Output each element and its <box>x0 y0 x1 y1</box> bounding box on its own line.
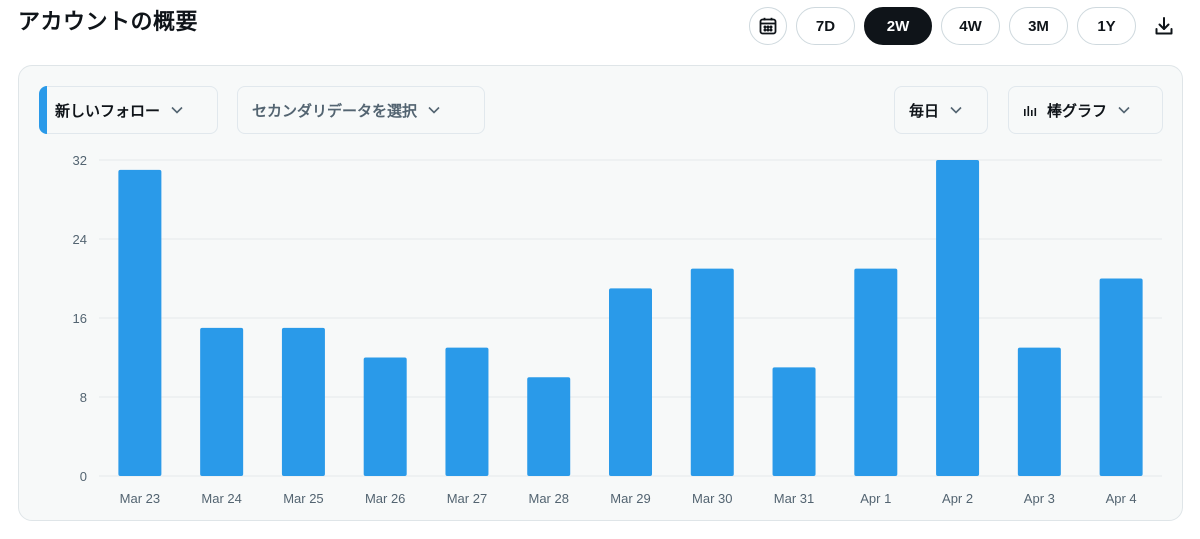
x-tick-label: Apr 3 <box>1024 491 1055 506</box>
x-tick-label: Apr 4 <box>1106 491 1137 506</box>
range-7d-button[interactable]: 7D <box>796 7 855 45</box>
bar[interactable] <box>609 288 652 476</box>
x-tick-label: Mar 24 <box>201 491 241 506</box>
metric-dropdown-label: 新しいフォロー <box>55 101 161 120</box>
y-tick-label: 24 <box>73 232 87 247</box>
bar-chart: 0 8 16 24 32 Mar 23 Mar 24 Mar 25 Mar 26 Mar 27 Ma… <box>73 153 1162 506</box>
range-4w-button[interactable]: 4W <box>941 7 1000 45</box>
bar[interactable] <box>1099 278 1143 477</box>
calendar-icon <box>759 17 777 35</box>
x-tick-label: Apr 1 <box>860 491 891 506</box>
x-tick-label: Mar 27 <box>447 491 487 506</box>
interval-dropdown-label: 毎日 <box>909 101 940 120</box>
download-button[interactable] <box>1145 7 1183 45</box>
x-tick-label: Mar 25 <box>283 491 323 506</box>
bar[interactable] <box>200 327 244 476</box>
bar[interactable] <box>936 160 980 476</box>
chart-card: 新しいフォロー セカンダリデータを選択 毎日 棒グラフ 0 8 16 24 32 Mar … <box>18 65 1183 521</box>
interval-dropdown[interactable]: 毎日 <box>894 86 988 134</box>
y-tick-label: 8 <box>80 390 87 405</box>
range-2w-button[interactable]: 2W <box>864 7 932 45</box>
chart-type-dropdown-label: 棒グラフ <box>1047 101 1108 120</box>
x-tick-label: Mar 26 <box>365 491 405 506</box>
chevron-down-icon <box>170 103 184 117</box>
bar[interactable] <box>1017 347 1061 476</box>
bar-chart-icon <box>1023 103 1037 117</box>
secondary-data-dropdown[interactable]: セカンダリデータを選択 <box>237 86 485 134</box>
chevron-down-icon <box>427 103 441 117</box>
chart-type-dropdown[interactable]: 棒グラフ <box>1008 86 1163 134</box>
bar[interactable] <box>772 367 816 476</box>
x-tick-label: Mar 31 <box>774 491 814 506</box>
chevron-down-icon <box>1117 103 1131 117</box>
calendar-button[interactable] <box>749 7 787 45</box>
chevron-down-icon <box>949 103 963 117</box>
metric-dropdown[interactable]: 新しいフォロー <box>39 86 218 134</box>
bar[interactable] <box>445 347 489 476</box>
bar[interactable] <box>281 327 325 476</box>
bar[interactable] <box>690 268 734 476</box>
download-icon <box>1155 17 1173 35</box>
date-range-selector: 7D 2W 4W 3M 1Y <box>749 7 1183 45</box>
x-tick-label: Mar 28 <box>528 491 568 506</box>
secondary-data-dropdown-label: セカンダリデータを選択 <box>252 101 418 120</box>
y-tick-label: 0 <box>80 469 87 484</box>
range-1y-button[interactable]: 1Y <box>1077 7 1136 45</box>
bar[interactable] <box>527 377 571 476</box>
x-tick-label: Mar 23 <box>120 491 160 506</box>
y-tick-label: 32 <box>73 153 87 168</box>
y-tick-label: 16 <box>73 311 87 326</box>
bar[interactable] <box>854 268 898 476</box>
bar[interactable] <box>363 357 407 477</box>
range-3m-button[interactable]: 3M <box>1009 7 1068 45</box>
x-tick-label: Mar 30 <box>692 491 732 506</box>
bar[interactable] <box>118 169 162 476</box>
x-tick-label: Apr 2 <box>942 491 973 506</box>
x-tick-label: Mar 29 <box>610 491 650 506</box>
page-title: アカウントの概要 <box>18 10 199 35</box>
